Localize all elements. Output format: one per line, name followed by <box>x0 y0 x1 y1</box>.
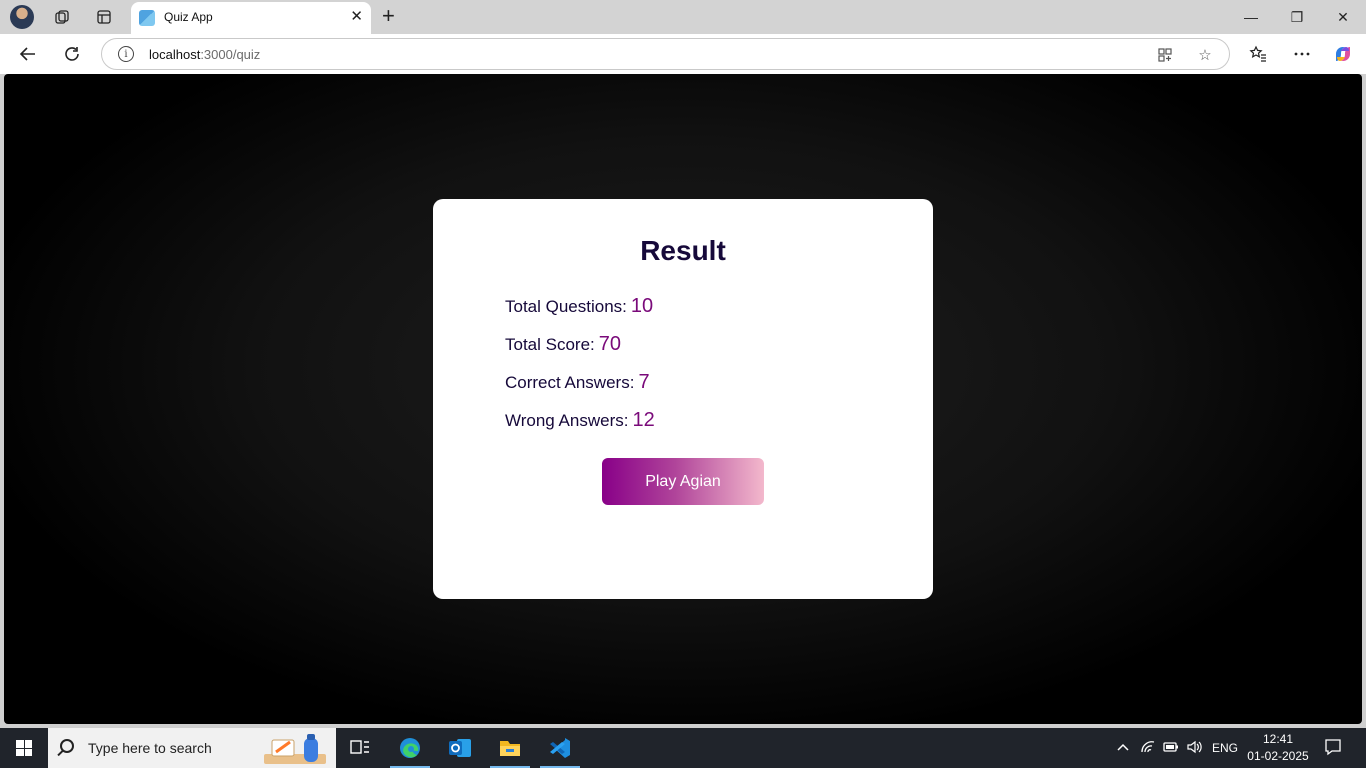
language-indicator[interactable]: ENG <box>1212 741 1238 755</box>
file-explorer-icon[interactable] <box>486 728 534 768</box>
outlook-icon[interactable] <box>436 728 484 768</box>
stat-value: 12 <box>632 409 655 431</box>
stat-label: Wrong Answers: <box>505 411 629 430</box>
stat-wrong-answers: Wrong Answers: 12 <box>505 409 655 432</box>
taskbar-search[interactable]: Type here to search <box>48 728 336 768</box>
refresh-icon[interactable] <box>60 42 84 66</box>
play-again-button[interactable]: Play Agian <box>602 458 764 505</box>
browser-toolbar: i localhost:3000/quiz ☆ <box>0 34 1366 74</box>
tab-close-icon[interactable]: ✕ <box>350 9 363 25</box>
close-window-button[interactable]: ✕ <box>1328 6 1358 28</box>
page-viewport: Result Total Questions: 10 Total Score: 70… <box>4 74 1362 724</box>
stat-value: 10 <box>630 295 654 317</box>
edge-icon[interactable] <box>386 728 434 768</box>
battery-icon[interactable] <box>1162 740 1180 757</box>
profile-avatar[interactable] <box>10 5 34 29</box>
tab-quiz-app[interactable]: Quiz App ✕ <box>131 2 371 34</box>
collections-icon[interactable] <box>51 6 73 28</box>
favorites-icon[interactable] <box>1246 42 1270 66</box>
stat-correct-answers: Correct Answers: 7 <box>505 371 650 394</box>
notifications-icon[interactable] <box>1324 738 1342 759</box>
new-tab-button[interactable]: + <box>382 4 395 28</box>
quiz-app-favicon-icon <box>139 10 155 26</box>
stat-label: Total Questions: <box>505 297 627 316</box>
windows-taskbar: Type here to search ENG 12:41 01-02-2025 <box>0 728 1366 768</box>
result-title: Result <box>640 235 726 266</box>
tab-title: Quiz App <box>164 10 213 24</box>
wifi-icon[interactable] <box>1140 740 1156 757</box>
copilot-icon[interactable] <box>1331 42 1355 66</box>
stat-total-score: Total Score: 70 <box>505 333 621 356</box>
volume-icon[interactable] <box>1186 740 1202 757</box>
address-bar[interactable]: i localhost:3000/quiz ☆ <box>101 38 1230 70</box>
stat-label: Total Score: <box>505 335 595 354</box>
tab-actions-icon[interactable] <box>93 6 115 28</box>
favorite-star-icon[interactable]: ☆ <box>1195 45 1215 65</box>
stat-value: 70 <box>598 333 622 355</box>
stat-label: Correct Answers: <box>505 373 635 392</box>
browser-tab-strip: Quiz App ✕ + — ❐ ✕ <box>0 0 1366 34</box>
taskbar-clock[interactable]: 12:41 01-02-2025 <box>1244 731 1312 765</box>
result-card: Result Total Questions: 10 Total Score: 70… <box>433 199 933 599</box>
clock-time: 12:41 <box>1262 732 1294 746</box>
search-highlight-illustration-icon <box>264 734 326 764</box>
stat-total-questions: Total Questions: 10 <box>505 295 653 318</box>
vscode-icon[interactable] <box>536 728 584 768</box>
task-view-icon[interactable] <box>336 728 384 768</box>
back-icon[interactable] <box>16 42 40 66</box>
clock-date: 01-02-2025 <box>1247 749 1309 763</box>
minimize-button[interactable]: — <box>1236 6 1266 28</box>
more-icon[interactable] <box>1290 42 1314 66</box>
search-placeholder: Type here to search <box>88 740 212 756</box>
restore-button[interactable]: ❐ <box>1282 6 1312 28</box>
url-text[interactable]: localhost:3000/quiz <box>149 47 260 62</box>
info-icon[interactable]: i <box>118 46 134 62</box>
start-button[interactable] <box>0 728 48 768</box>
search-icon <box>60 739 74 753</box>
app-available-icon[interactable] <box>1155 45 1175 65</box>
show-hidden-icons-icon[interactable] <box>1116 740 1130 757</box>
stat-value: 7 <box>638 371 650 393</box>
windows-logo-icon <box>16 740 32 756</box>
